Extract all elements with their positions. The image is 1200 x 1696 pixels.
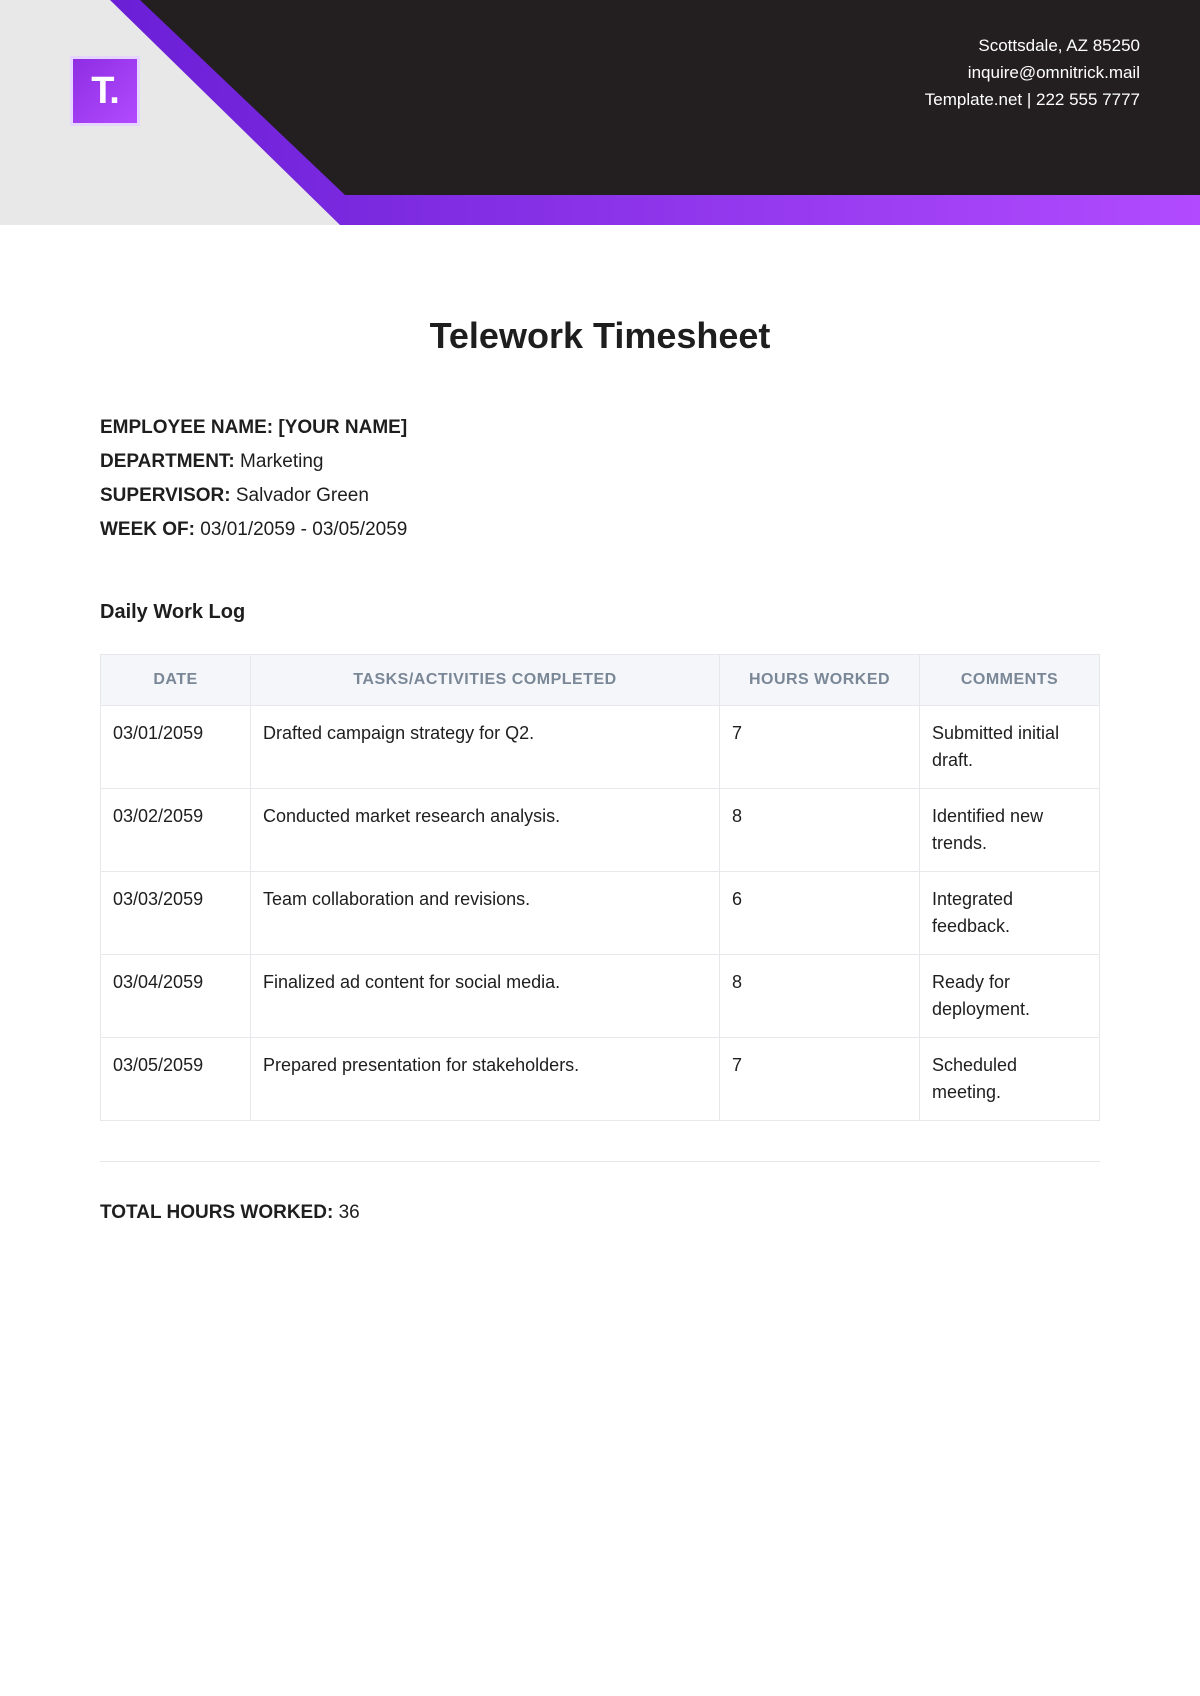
contact-email: inquire@omnitrick.mail	[925, 59, 1140, 86]
logo-letter: T.	[91, 70, 119, 113]
supervisor-row: SUPERVISOR: Salvador Green	[100, 485, 1100, 507]
department-row: DEPARTMENT: Marketing	[100, 451, 1100, 473]
cell-date: 03/05/2059	[101, 1038, 251, 1121]
table-row: 03/01/2059 Drafted campaign strategy for…	[101, 706, 1100, 789]
cell-tasks: Prepared presentation for stakeholders.	[251, 1038, 720, 1121]
col-tasks: TASKS/ACTIVITIES COMPLETED	[251, 655, 720, 706]
contact-address: Scottsdale, AZ 85250	[925, 32, 1140, 59]
document-body: Telework Timesheet EMPLOYEE NAME: [YOUR …	[0, 225, 1200, 1304]
table-row: 03/02/2059 Conducted market research ana…	[101, 789, 1100, 872]
cell-comments: Integrated feedback.	[920, 872, 1100, 955]
employee-name-label: EMPLOYEE NAME:	[100, 417, 273, 438]
total-hours-value: 36	[339, 1202, 360, 1223]
col-date: DATE	[101, 655, 251, 706]
cell-hours: 8	[720, 789, 920, 872]
total-hours-row: TOTAL HOURS WORKED: 36	[100, 1161, 1100, 1224]
table-row: 03/05/2059 Prepared presentation for sta…	[101, 1038, 1100, 1121]
total-hours-label: TOTAL HOURS WORKED:	[100, 1202, 333, 1223]
cell-comments: Identified new trends.	[920, 789, 1100, 872]
col-hours: HOURS WORKED	[720, 655, 920, 706]
cell-hours: 8	[720, 955, 920, 1038]
cell-date: 03/04/2059	[101, 955, 251, 1038]
table-row: 03/04/2059 Finalized ad content for soci…	[101, 955, 1100, 1038]
cell-hours: 7	[720, 706, 920, 789]
document-header: T. Scottsdale, AZ 85250 inquire@omnitric…	[0, 0, 1200, 225]
department-label: DEPARTMENT:	[100, 451, 235, 472]
supervisor-value: Salvador Green	[236, 485, 369, 506]
cell-date: 03/03/2059	[101, 872, 251, 955]
header-contact: Scottsdale, AZ 85250 inquire@omnitrick.m…	[925, 32, 1140, 114]
page-title: Telework Timesheet	[100, 315, 1100, 357]
cell-tasks: Conducted market research analysis.	[251, 789, 720, 872]
work-log-table: DATE TASKS/ACTIVITIES COMPLETED HOURS WO…	[100, 654, 1100, 1121]
week-label: WEEK OF:	[100, 519, 195, 540]
employee-name-value: [YOUR NAME]	[278, 417, 407, 438]
cell-comments: Ready for deployment.	[920, 955, 1100, 1038]
contact-site-phone: Template.net | 222 555 7777	[925, 86, 1140, 113]
cell-comments: Scheduled meeting.	[920, 1038, 1100, 1121]
cell-hours: 6	[720, 872, 920, 955]
cell-tasks: Team collaboration and revisions.	[251, 872, 720, 955]
employee-info: EMPLOYEE NAME: [YOUR NAME] DEPARTMENT: M…	[100, 417, 1100, 541]
cell-tasks: Drafted campaign strategy for Q2.	[251, 706, 720, 789]
table-header-row: DATE TASKS/ACTIVITIES COMPLETED HOURS WO…	[101, 655, 1100, 706]
cell-date: 03/02/2059	[101, 789, 251, 872]
employee-name-row: EMPLOYEE NAME: [YOUR NAME]	[100, 417, 1100, 439]
week-value: 03/01/2059 - 03/05/2059	[200, 519, 407, 540]
week-row: WEEK OF: 03/01/2059 - 03/05/2059	[100, 519, 1100, 541]
cell-comments: Submitted initial draft.	[920, 706, 1100, 789]
table-row: 03/03/2059 Team collaboration and revisi…	[101, 872, 1100, 955]
col-comments: COMMENTS	[920, 655, 1100, 706]
department-value: Marketing	[240, 451, 323, 472]
supervisor-label: SUPERVISOR:	[100, 485, 231, 506]
logo: T.	[70, 56, 140, 126]
cell-hours: 7	[720, 1038, 920, 1121]
section-title: Daily Work Log	[100, 601, 1100, 624]
cell-tasks: Finalized ad content for social media.	[251, 955, 720, 1038]
cell-date: 03/01/2059	[101, 706, 251, 789]
